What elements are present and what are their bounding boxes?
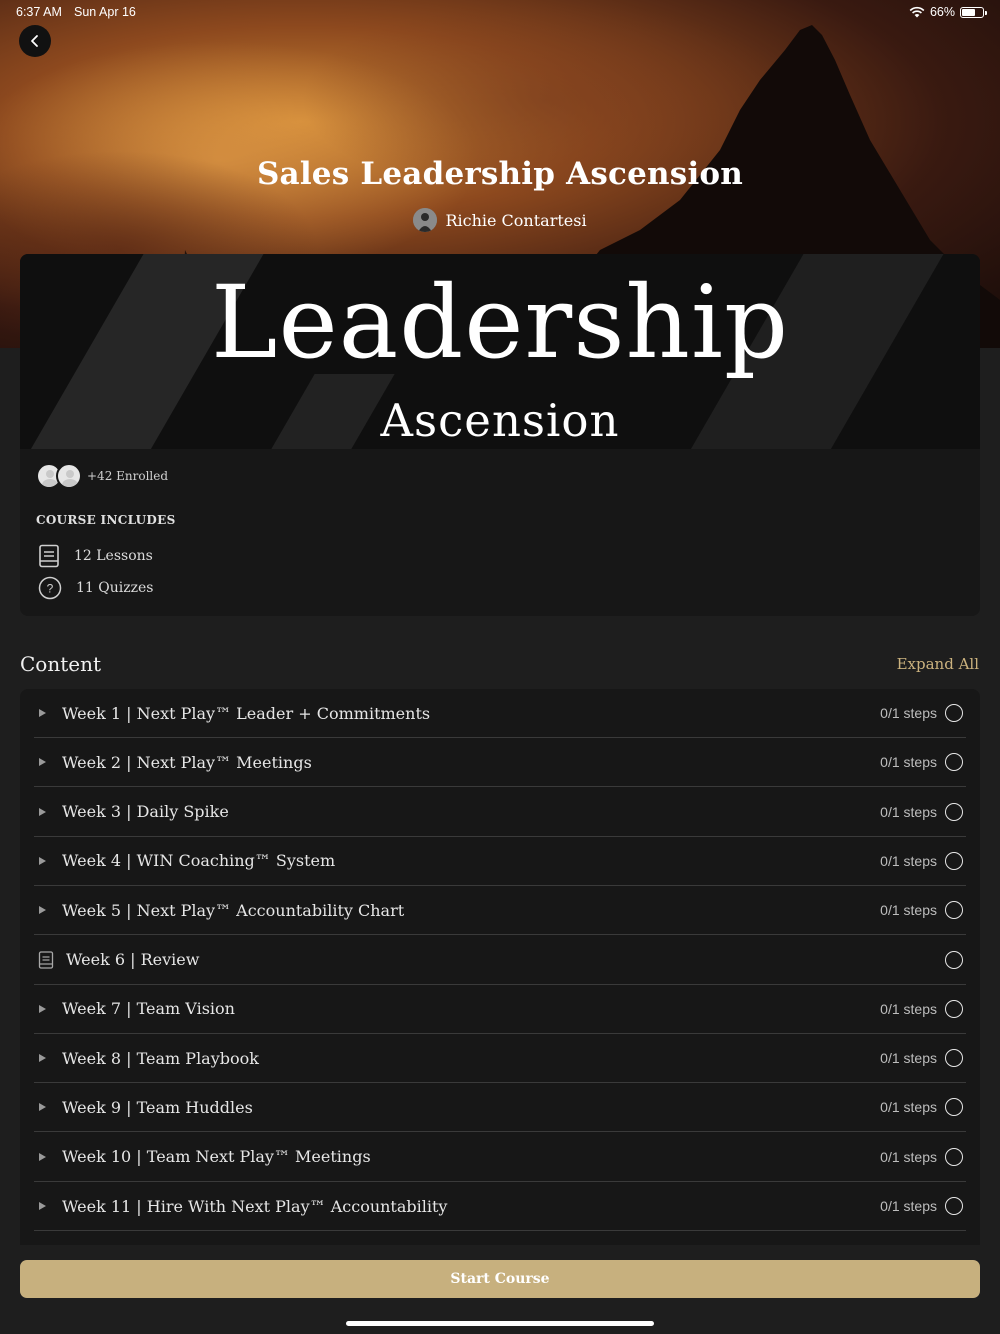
chevron-left-icon [31, 35, 38, 47]
expand-triangle-icon[interactable] [39, 709, 46, 717]
completion-circle-icon [945, 753, 963, 772]
content-item-title: Week 1 | Next Play™ Leader + Commitments [62, 703, 431, 723]
completion-circle-icon [945, 1049, 963, 1068]
enrolled-avatars: +42 Enrolled [36, 463, 168, 489]
course-includes-title: COURSE INCLUDES [36, 513, 176, 527]
expand-triangle-icon[interactable] [39, 856, 46, 865]
content-list-item[interactable]: Week 7 | Team Vision 0/1 steps [34, 985, 966, 1034]
content-item-title: Week 3 | Daily Spike [62, 802, 229, 822]
content-item-steps: 0/1 steps [880, 1148, 937, 1165]
course-title: Sales Leadership Ascension [256, 156, 744, 192]
course-banner: Leadership Ascension [20, 254, 980, 449]
content-list-item[interactable]: Week 4 | WIN Coaching™ System 0/1 steps [34, 837, 966, 886]
content-item-title: Week 2 | Next Play™ Meetings [62, 752, 312, 772]
content-item-steps: 0/1 steps [880, 902, 937, 919]
completion-circle-icon [945, 950, 963, 969]
author-name: Richie Contartesi [445, 210, 587, 230]
question-icon: ? [38, 576, 62, 600]
battery-icon [960, 6, 987, 18]
expand-triangle-icon[interactable] [39, 1004, 46, 1013]
content-item-steps: 0/1 steps [880, 1000, 937, 1017]
content-item-title: Week 4 | WIN Coaching™ System [62, 851, 336, 871]
battery-percent: 66% [929, 5, 955, 19]
content-item-steps: 0/1 steps [880, 852, 937, 869]
quizzes-count-row: ? 11 Quizzes [38, 576, 153, 600]
content-item-steps: 0/1 steps [880, 1198, 937, 1214]
content-list-item[interactable]: Week 3 | Daily Spike 0/1 steps [34, 788, 966, 837]
content-item-title: Week 5 | Next Play™ Accountability Chart [62, 900, 405, 920]
content-item-steps: 0/1 steps [880, 1099, 937, 1116]
content-list-item[interactable]: Week 9 | Team Huddles 0/1 steps [34, 1083, 966, 1133]
expand-triangle-icon[interactable] [39, 1054, 46, 1063]
content-item-steps: 0/1 steps [880, 705, 937, 721]
content-list: Week 1 | Next Play™ Leader + Commitments… [20, 689, 980, 1249]
expand-triangle-icon[interactable] [39, 1202, 46, 1210]
content-item-steps: 0/1 steps [880, 754, 937, 771]
completion-circle-icon [945, 704, 963, 722]
completion-circle-icon [945, 999, 963, 1018]
expand-triangle-icon[interactable] [39, 1152, 46, 1161]
book-icon [39, 544, 59, 568]
content-list-item[interactable]: Week 8 | Team Playbook 0/1 steps [34, 1034, 966, 1084]
banner-title: Leadership [211, 264, 789, 381]
enrolled-count: +42 Enrolled [87, 469, 169, 483]
expand-triangle-icon[interactable] [39, 758, 46, 767]
start-course-button[interactable]: Start Course [20, 1260, 980, 1298]
completion-circle-icon [945, 851, 963, 870]
content-item-steps: 0/1 steps [880, 1050, 937, 1067]
back-button[interactable] [19, 25, 51, 57]
content-item-title: Week 7 | Team Vision [62, 999, 235, 1019]
content-item-title: Week 6 | Review [66, 950, 200, 969]
content-heading: Content [20, 652, 102, 676]
completion-circle-icon [945, 1197, 963, 1215]
status-time: 6:37 AM [16, 5, 62, 19]
completion-circle-icon [945, 1147, 963, 1166]
author-row[interactable]: Richie Contartesi [0, 208, 1000, 232]
content-item-title: Week 8 | Team Playbook [62, 1048, 259, 1068]
completion-circle-icon [945, 802, 963, 821]
author-avatar [413, 208, 438, 232]
expand-all-button[interactable]: Expand All [897, 655, 979, 673]
content-list-item[interactable]: Week 2 | Next Play™ Meetings 0/1 steps [34, 738, 966, 788]
content-item-title: Week 9 | Team Huddles [62, 1097, 253, 1117]
home-indicator[interactable] [346, 1321, 654, 1326]
expand-triangle-icon[interactable] [39, 906, 46, 915]
content-list-item[interactable]: Week 6 | Review [34, 936, 966, 985]
status-bar: 6:37 AM Sun Apr 16 66% [0, 0, 1000, 24]
lesson-doc-icon [38, 950, 54, 969]
completion-circle-icon [945, 901, 963, 920]
content-item-title: Week 11 | Hire With Next Play™ Accountab… [62, 1196, 448, 1216]
lessons-count-row: 12 Lessons [38, 544, 153, 568]
content-item-title: Week 10 | Team Next Play™ Meetings [62, 1147, 371, 1167]
quizzes-count: 11 Quizzes [76, 580, 154, 596]
completion-circle-icon [945, 1098, 963, 1117]
course-info-card: Leadership Ascension +42 Enrolled COURSE… [20, 254, 980, 616]
content-list-item[interactable]: Week 5 | Next Play™ Accountability Chart… [34, 886, 966, 936]
content-item-steps: 0/1 steps [880, 803, 937, 820]
banner-subtitle: Ascension [380, 394, 620, 447]
avatar [56, 463, 82, 489]
expand-triangle-icon[interactable] [39, 807, 46, 816]
svg-text:?: ? [47, 582, 54, 596]
expand-triangle-icon[interactable] [39, 1103, 46, 1112]
lessons-count: 12 Lessons [74, 548, 153, 564]
wifi-icon [909, 6, 925, 18]
status-date: Sun Apr 16 [74, 5, 136, 19]
content-list-item[interactable]: Week 1 | Next Play™ Leader + Commitments… [34, 689, 966, 738]
content-list-item[interactable]: Week 10 | Team Next Play™ Meetings 0/1 st… [34, 1133, 966, 1182]
content-list-item[interactable]: Week 11 | Hire With Next Play™ Accountab… [34, 1182, 966, 1231]
